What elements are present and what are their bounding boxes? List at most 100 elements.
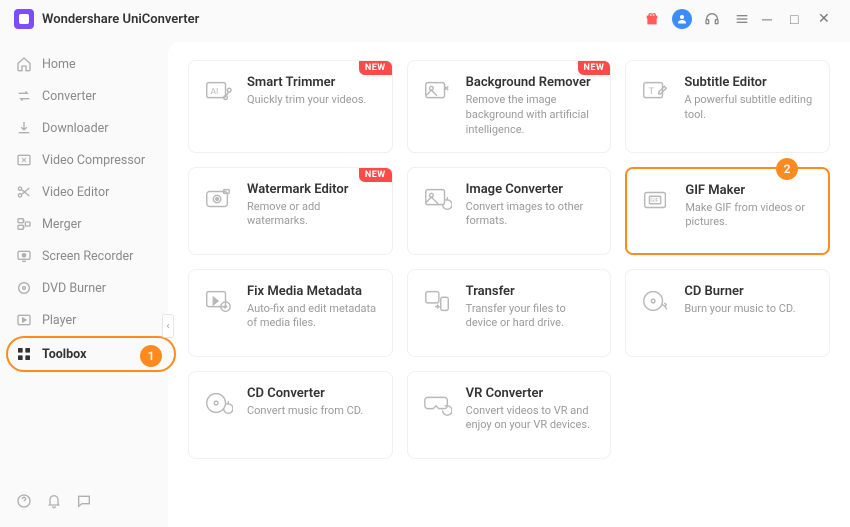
tool-desc: Auto-fix and edit metadata of media file…: [247, 302, 380, 332]
sidebar-item-label: DVD Burner: [42, 281, 106, 296]
converter-icon: [16, 88, 32, 104]
tool-title: CD Burner: [684, 284, 795, 299]
bg-remove-icon: [420, 75, 454, 109]
trimmer-icon: AI: [201, 75, 235, 109]
app-body: Home Converter Downloader Video Compress…: [0, 38, 850, 527]
disc-icon: [16, 280, 32, 296]
new-badge: NEW: [359, 168, 392, 182]
user-avatar-icon[interactable]: [672, 9, 692, 29]
tool-card-subtitle-editor[interactable]: T Subtitle Editor A powerful subtitle ed…: [625, 60, 830, 153]
sidebar-item-label: Video Compressor: [42, 153, 145, 168]
sidebar-item-label: Player: [42, 313, 76, 328]
tool-desc: A powerful subtitle editing tool.: [684, 93, 817, 123]
tool-card-gif-maker[interactable]: 2 GIF GIF Maker Make GIF from videos or …: [625, 167, 830, 255]
tool-title: GIF Maker: [685, 183, 816, 198]
tool-title: Background Remover: [466, 75, 599, 90]
tool-card-image-converter[interactable]: Image Converter Convert images to other …: [407, 167, 612, 255]
sidebar-item-label: Screen Recorder: [42, 249, 133, 264]
sidebar-item-label: Video Editor: [42, 185, 109, 200]
metadata-icon: [201, 284, 235, 318]
titlebar: Wondershare UniConverter ─ □ ✕: [0, 0, 850, 38]
sidebar-item-screen-recorder[interactable]: Screen Recorder: [0, 240, 168, 272]
tool-desc: Convert music from CD.: [247, 404, 363, 419]
tool-card-transfer[interactable]: Transfer Transfer your files to device o…: [407, 269, 612, 357]
tool-title: Subtitle Editor: [684, 75, 817, 90]
sidebar-item-label: Merger: [42, 217, 82, 232]
new-badge: NEW: [359, 61, 392, 75]
menu-icon[interactable]: [732, 9, 752, 29]
sidebar-item-merger[interactable]: Merger: [0, 208, 168, 240]
app-logo-icon: [14, 9, 34, 29]
sidebar-item-dvd-burner[interactable]: DVD Burner: [0, 272, 168, 304]
sidebar-bottom: [0, 483, 168, 519]
sidebar-item-label: Toolbox: [42, 347, 86, 362]
tool-card-cd-converter[interactable]: CD Converter Convert music from CD.: [188, 371, 393, 459]
bell-icon[interactable]: [46, 493, 62, 509]
tool-title: Image Converter: [466, 182, 599, 197]
minimize-button[interactable]: ─: [762, 11, 780, 28]
tool-card-vr-converter[interactable]: VR Converter Convert videos to VR and en…: [407, 371, 612, 459]
tool-title: CD Converter: [247, 386, 363, 401]
sidebar-item-player[interactable]: Player: [0, 304, 168, 336]
sidebar-item-converter[interactable]: Converter: [0, 80, 168, 112]
svg-text:AI: AI: [211, 87, 219, 97]
watermark-icon: [201, 182, 235, 216]
transfer-icon: [420, 284, 454, 318]
download-icon: [16, 120, 32, 136]
tool-title: Fix Media Metadata: [247, 284, 380, 299]
feedback-icon[interactable]: [76, 493, 92, 509]
gift-icon[interactable]: [642, 9, 662, 29]
sidebar-item-toolbox[interactable]: Toolbox 1: [0, 338, 168, 370]
tool-desc: Burn your music to CD.: [684, 302, 795, 317]
tool-desc: Remove the image background with artific…: [466, 93, 599, 138]
tool-desc: Make GIF from videos or pictures.: [685, 201, 816, 231]
play-icon: [16, 312, 32, 328]
vr-icon: [420, 386, 454, 420]
record-icon: [16, 248, 32, 264]
cd-burn-icon: [638, 284, 672, 318]
cd-convert-icon: [201, 386, 235, 420]
sidebar-item-label: Home: [42, 57, 76, 72]
tool-desc: Transfer your files to device or hard dr…: [466, 302, 599, 332]
tool-title: Smart Trimmer: [247, 75, 366, 90]
tool-desc: Quickly trim your videos.: [247, 93, 366, 108]
tool-card-watermark-editor[interactable]: NEW Watermark Editor Remove or add water…: [188, 167, 393, 255]
main-panel: NEW AI Smart Trimmer Quickly trim your v…: [168, 42, 850, 527]
svg-text:T: T: [649, 86, 655, 97]
annotation-badge-1: 1: [140, 345, 162, 367]
tool-desc: Remove or add watermarks.: [247, 200, 380, 230]
tool-title: VR Converter: [466, 386, 599, 401]
app-title: Wondershare UniConverter: [42, 12, 199, 27]
tool-grid: NEW AI Smart Trimmer Quickly trim your v…: [188, 60, 830, 459]
sidebar-item-video-editor[interactable]: Video Editor: [0, 176, 168, 208]
sidebar-item-home[interactable]: Home: [0, 48, 168, 80]
close-button[interactable]: ✕: [818, 11, 836, 27]
app-window: Wondershare UniConverter ─ □ ✕ Home: [0, 0, 850, 527]
help-icon[interactable]: [16, 493, 32, 509]
tool-card-fix-metadata[interactable]: Fix Media Metadata Auto-fix and edit met…: [188, 269, 393, 357]
sidebar-collapse-button[interactable]: ‹: [162, 314, 174, 338]
compress-icon: [16, 152, 32, 168]
tool-desc: Convert videos to VR and enjoy on your V…: [466, 404, 599, 434]
sidebar-item-label: Converter: [42, 89, 96, 104]
scissors-icon: [16, 184, 32, 200]
sidebar-item-video-compressor[interactable]: Video Compressor: [0, 144, 168, 176]
tool-card-smart-trimmer[interactable]: NEW AI Smart Trimmer Quickly trim your v…: [188, 60, 393, 153]
tool-desc: Convert images to other formats.: [466, 200, 599, 230]
tool-card-cd-burner[interactable]: CD Burner Burn your music to CD.: [625, 269, 830, 357]
image-convert-icon: [420, 182, 454, 216]
headset-icon[interactable]: [702, 9, 722, 29]
sidebar-item-label: Downloader: [42, 121, 109, 136]
sidebar: Home Converter Downloader Video Compress…: [0, 38, 168, 527]
tool-title: Watermark Editor: [247, 182, 380, 197]
home-icon: [16, 56, 32, 72]
tool-card-background-remover[interactable]: NEW Background Remover Remove the image …: [407, 60, 612, 153]
merge-icon: [16, 216, 32, 232]
annotation-badge-2: 2: [776, 158, 798, 180]
sidebar-item-downloader[interactable]: Downloader: [0, 112, 168, 144]
tool-title: Transfer: [466, 284, 599, 299]
titlebar-actions: ─ □ ✕: [642, 9, 836, 29]
maximize-button[interactable]: □: [790, 11, 808, 28]
toolbox-icon: [16, 346, 32, 362]
svg-text:GIF: GIF: [651, 197, 659, 203]
